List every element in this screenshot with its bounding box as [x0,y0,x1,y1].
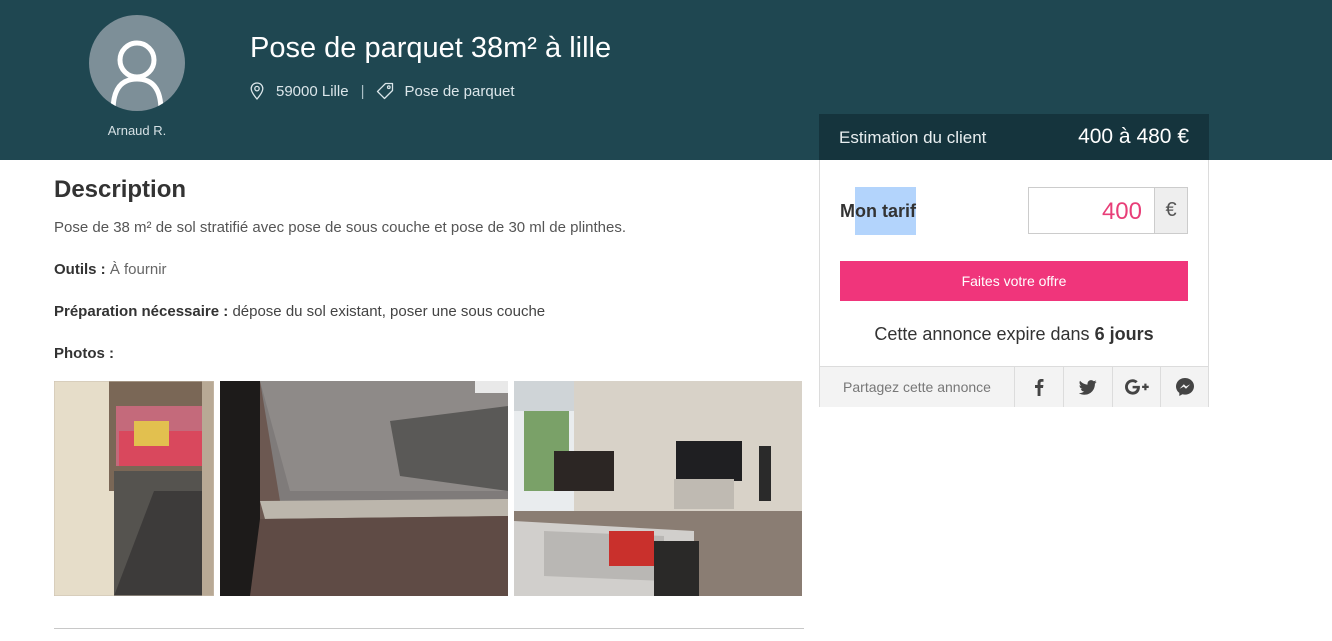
user-avatar-icon [110,40,164,111]
photo-thumbnail[interactable] [220,381,508,596]
listing-meta: 59000 Lille | Pose de parquet [250,82,515,100]
twitter-share-button[interactable] [1063,367,1112,407]
section-divider [54,628,804,629]
make-offer-button[interactable]: Faites votre offre [840,261,1188,301]
tarif-label-selected: on tarif [855,187,916,235]
tag-icon [376,82,394,100]
tarif-input[interactable]: 400 [1028,187,1154,234]
tarif-currency: € [1154,187,1188,234]
google-plus-icon [1125,379,1149,395]
category-link[interactable]: Pose de parquet [404,83,514,100]
twitter-icon [1079,379,1097,395]
expiry-days: 6 jours [1094,324,1154,344]
offer-panel: Mon tarif 400 € Faites votre offre Cette… [819,160,1209,407]
tarif-label: Mon tarif [840,187,916,235]
expiry-notice: Cette annonce expire dans 6 jours [820,324,1208,345]
photos-label: Photos : [54,345,114,362]
share-label: Partagez cette annonce [843,379,991,395]
client-estimate-bar: Estimation du client 400 à 480 € [819,114,1209,160]
description-section: Description Pose de 38 m² de sol stratif… [54,176,814,362]
estimate-label: Estimation du client [839,128,987,147]
meta-separator: | [360,82,365,100]
facebook-icon [1035,379,1044,396]
tarif-label-start: M [840,201,855,221]
photo-thumbnail[interactable] [54,381,214,596]
tools-value: À fournir [109,261,167,278]
messenger-icon [1176,378,1194,396]
facebook-share-button[interactable] [1014,367,1063,407]
estimate-value: 400 à 480 € [1078,125,1189,148]
description-text: Pose de 38 m² de sol stratifié avec pose… [54,219,627,236]
messenger-share-button[interactable] [1160,367,1209,407]
tools-row: Outils : À fournir [54,261,167,278]
google-plus-share-button[interactable] [1112,367,1161,407]
preparation-row: Préparation nécessaire : dépose du sol e… [54,303,545,320]
photo-thumbnail[interactable] [514,381,802,596]
description-heading: Description [54,176,187,203]
preparation-label: Préparation nécessaire : [54,303,229,320]
photos-row: Photos : [54,345,114,362]
user-name[interactable]: Arnaud R. [80,123,194,138]
tools-label: Outils : [54,261,106,278]
map-pin-icon [250,82,266,100]
preparation-value: dépose du sol existant, poser une sous c… [232,303,546,320]
avatar[interactable] [89,15,185,111]
share-bar: Partagez cette annonce [820,366,1208,407]
expiry-text: Cette annonce expire dans [874,324,1090,344]
location-text: 59000 Lille [276,82,349,100]
page-title: Pose de parquet 38m² à lille [250,32,612,64]
